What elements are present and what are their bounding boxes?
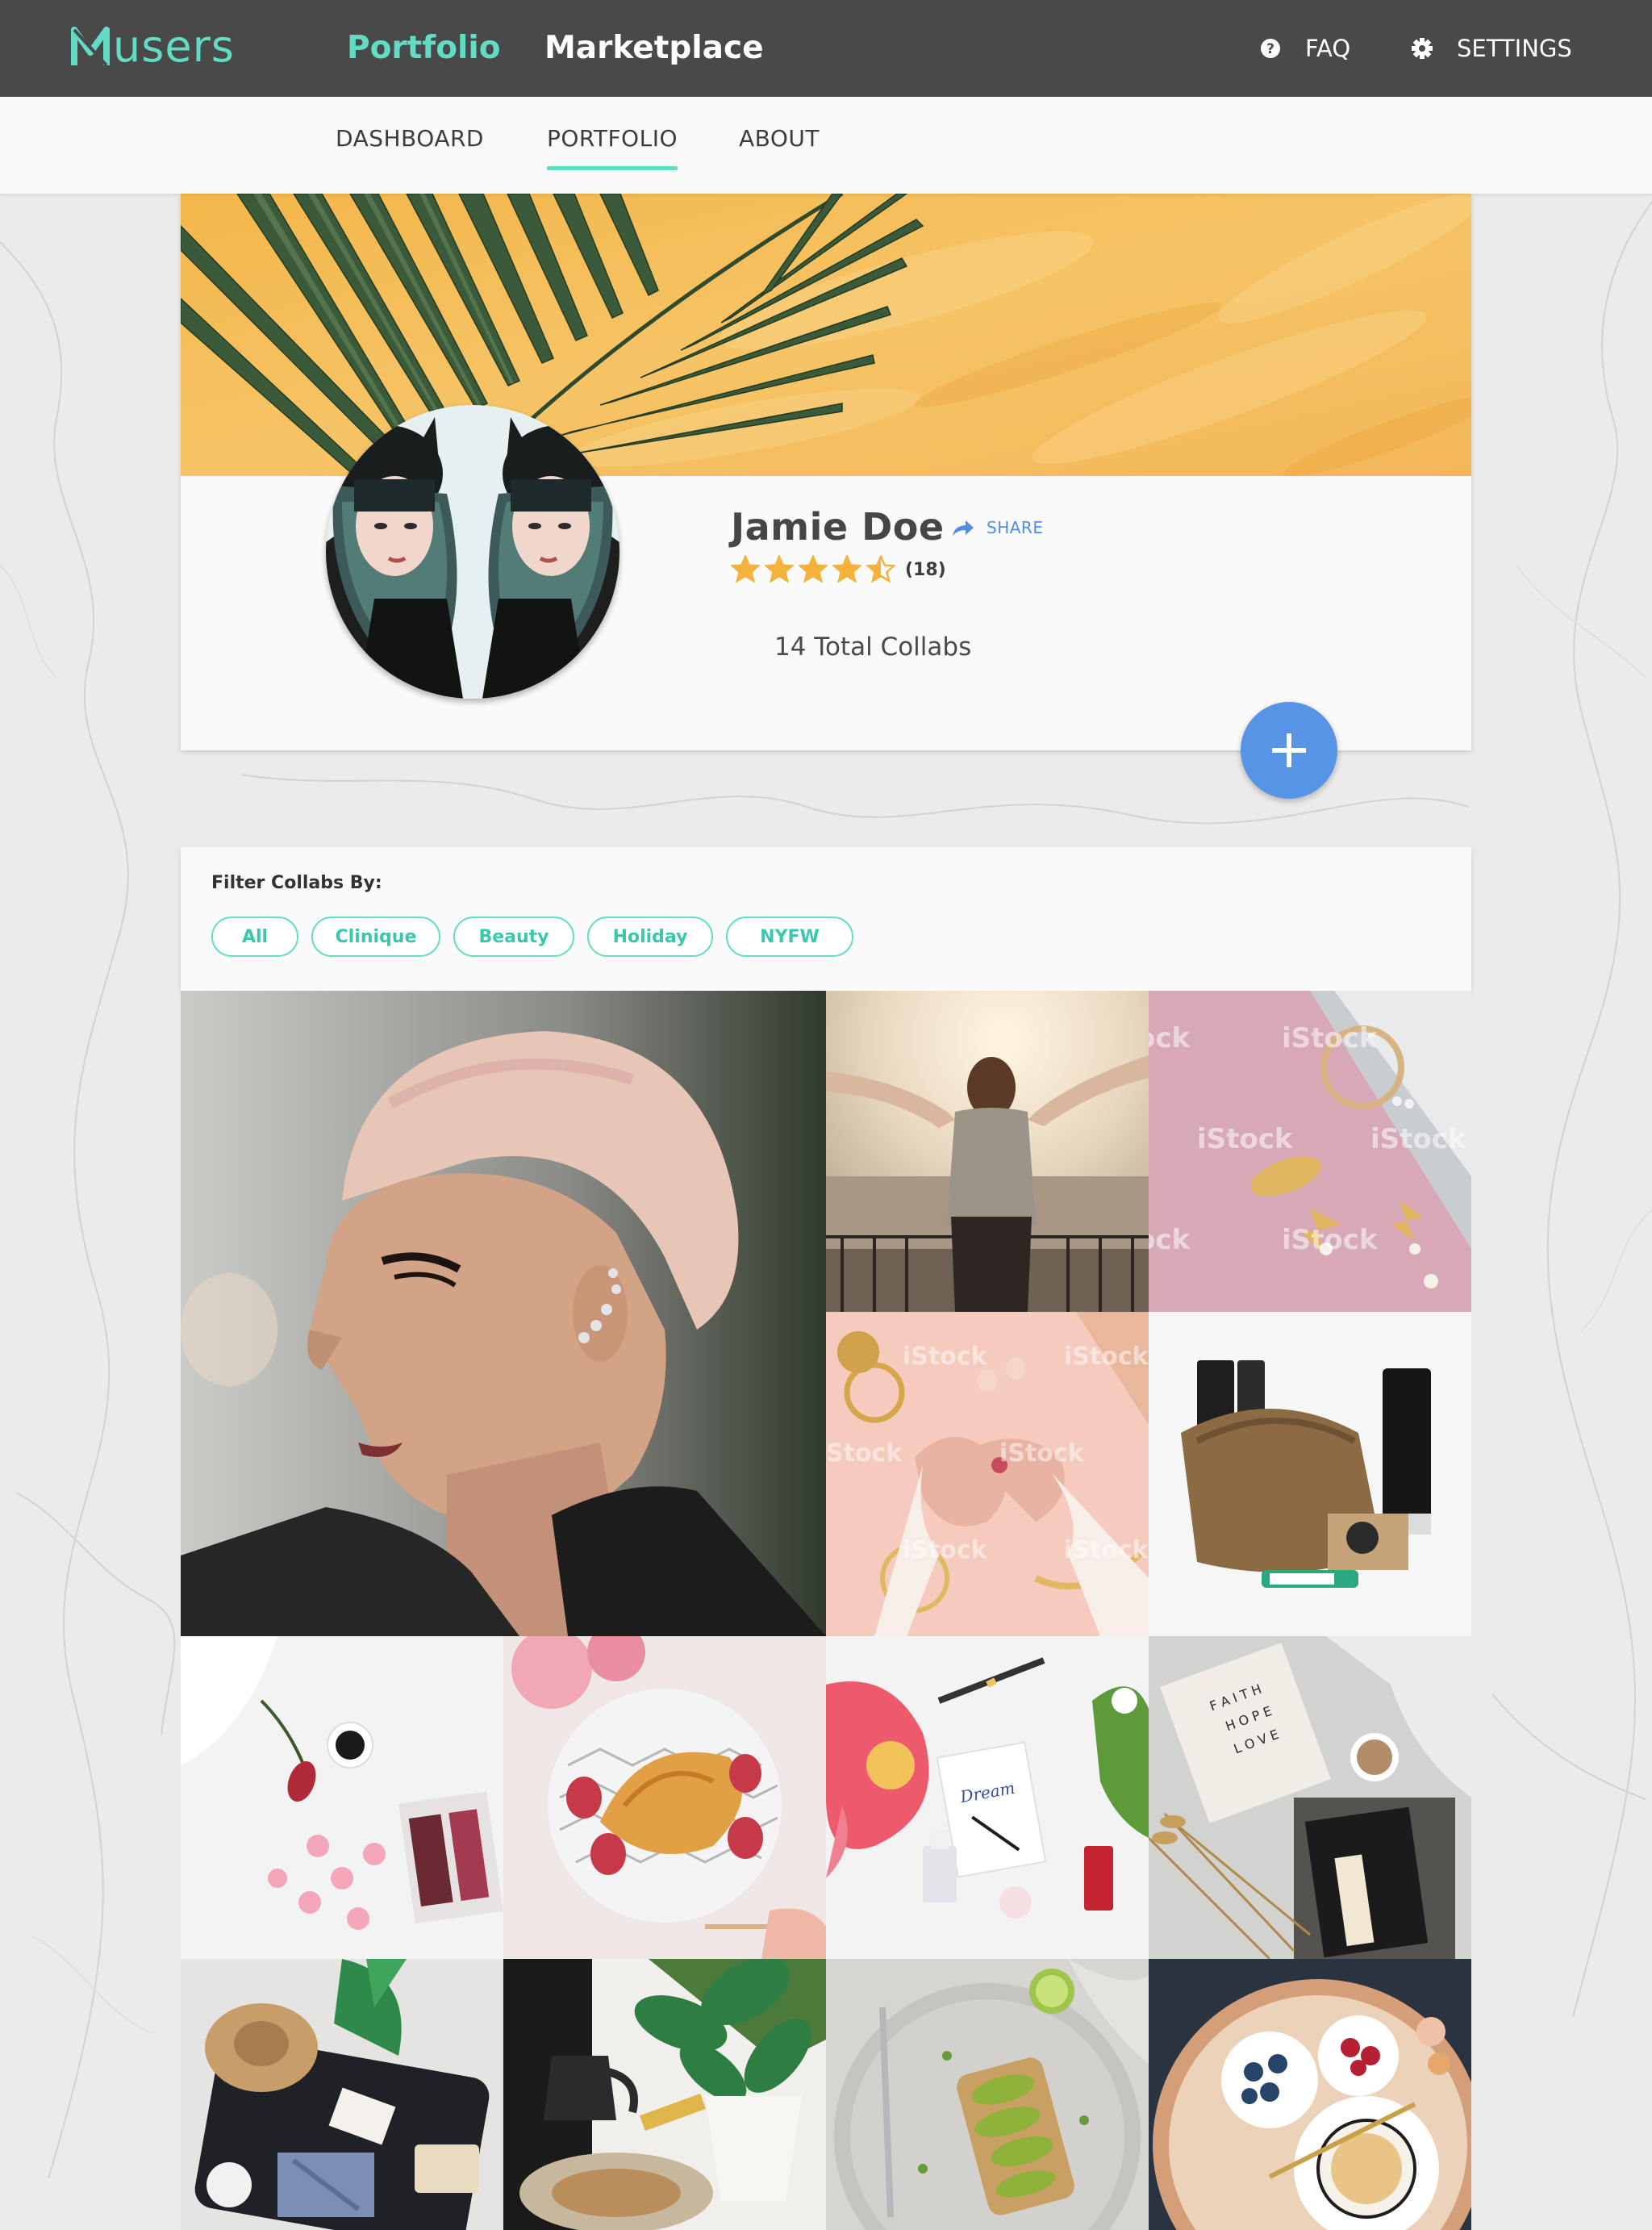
gallery-item-portrait[interactable] xyxy=(181,991,826,1636)
star-icon xyxy=(765,555,794,583)
gear-icon xyxy=(1412,38,1433,59)
faq-label: FAQ xyxy=(1305,35,1351,62)
gallery-item-bracelets[interactable]: iStock iStock Stock iStock iStock iStock xyxy=(826,1312,1149,1636)
tab-about[interactable]: ABOUT xyxy=(739,127,820,150)
svg-text:?: ? xyxy=(1266,41,1274,57)
nav-portfolio[interactable]: Portfolio xyxy=(347,26,501,71)
portfolio-gallery: iStockiStockiStock iStockockock iStockiS… xyxy=(181,991,1471,2230)
gallery-item-stationery[interactable]: Dream xyxy=(826,1636,1149,1959)
gallery-item-breakfast[interactable] xyxy=(1149,1959,1471,2230)
profile-name: Jamie Doe xyxy=(731,505,945,549)
app-logo[interactable]: users xyxy=(71,18,235,76)
star-icon xyxy=(799,555,828,583)
gallery-item-croissant[interactable] xyxy=(503,1636,826,1959)
logo-m-mark xyxy=(71,25,111,69)
star-icon xyxy=(866,555,895,583)
faq-link[interactable]: ? FAQ xyxy=(1258,27,1350,69)
filter-chip-holiday[interactable]: Holiday xyxy=(587,917,713,957)
gallery-item-coffee-plant[interactable] xyxy=(503,1959,826,2230)
svg-text:iStock: iStock xyxy=(1282,1022,1379,1054)
gallery-item-macarons[interactable] xyxy=(181,1636,503,1959)
add-collab-button[interactable] xyxy=(1241,702,1337,799)
settings-link[interactable]: SETTINGS xyxy=(1410,27,1572,69)
svg-text:iStock: iStock xyxy=(1064,1536,1149,1564)
avatar[interactable] xyxy=(326,405,620,699)
star-rating: (18) xyxy=(731,555,946,584)
svg-text:iStock: iStock xyxy=(1282,1224,1379,1256)
svg-text:Stock: Stock xyxy=(826,1439,903,1468)
filter-chip-all[interactable]: All xyxy=(211,917,298,957)
settings-label: SETTINGS xyxy=(1457,35,1572,62)
svg-text:iStock: iStock xyxy=(903,1343,988,1371)
gallery-item-avocado-toast[interactable] xyxy=(826,1959,1149,2230)
profile-card: Jamie Doe SHARE (18) 14 Total Collabs xyxy=(181,194,1471,750)
svg-text:ock: ock xyxy=(1149,1224,1191,1256)
star-icon xyxy=(832,555,861,583)
svg-text:iStock: iStock xyxy=(999,1439,1085,1468)
share-label: SHARE xyxy=(987,518,1044,537)
total-collabs: 14 Total Collabs xyxy=(774,633,972,662)
share-button[interactable]: SHARE xyxy=(951,518,1043,537)
gallery-item-jewelry[interactable]: iStock iStock iStock iStock ock ock xyxy=(1149,991,1471,1312)
filter-chip-nyfw[interactable]: NYFW xyxy=(726,917,853,957)
svg-text:ock: ock xyxy=(1149,1022,1191,1054)
top-navbar: users Portfolio Marketplace ? FAQ SETTIN… xyxy=(0,0,1652,97)
share-icon xyxy=(953,520,974,536)
help-icon: ? xyxy=(1261,39,1280,58)
tab-dashboard[interactable]: DASHBOARD xyxy=(336,127,484,150)
filter-chip-clinique[interactable]: Clinique xyxy=(311,917,440,957)
filter-title: Filter Collabs By: xyxy=(211,873,382,893)
gallery-item-grooming[interactable] xyxy=(1149,1312,1471,1636)
gallery-item-travel[interactable] xyxy=(181,1959,503,2230)
rating-count: (18) xyxy=(905,559,946,580)
svg-text:iStock: iStock xyxy=(1064,1343,1149,1371)
logo-text: users xyxy=(113,21,235,72)
plus-icon xyxy=(1272,733,1306,767)
nav-marketplace[interactable]: Marketplace xyxy=(544,26,764,71)
tab-portfolio[interactable]: PORTFOLIO xyxy=(547,127,678,170)
svg-text:iStock: iStock xyxy=(1197,1123,1294,1155)
gallery-item-faith-card[interactable]: F A I T H H O P E L O V E xyxy=(1149,1636,1471,1959)
rating-stars xyxy=(731,555,900,584)
svg-text:iStock: iStock xyxy=(903,1536,988,1564)
filter-chip-beauty[interactable]: Beauty xyxy=(453,917,574,957)
star-icon xyxy=(731,555,760,583)
filter-card: Filter Collabs By: All Clinique Beauty H… xyxy=(181,847,1471,992)
gallery-item-balcony[interactable] xyxy=(826,991,1149,1312)
cover-image xyxy=(181,194,1471,476)
sub-navbar: DASHBOARD PORTFOLIO ABOUT xyxy=(0,97,1652,194)
svg-text:iStock: iStock xyxy=(1370,1123,1467,1155)
